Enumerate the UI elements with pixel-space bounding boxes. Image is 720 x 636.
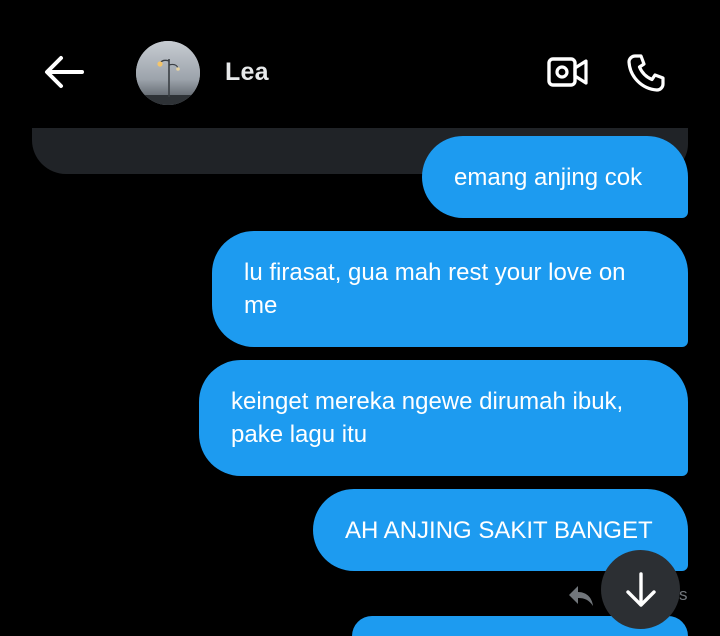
video-call-icon <box>547 57 588 87</box>
voice-call-button[interactable] <box>622 50 670 96</box>
avatar-image <box>136 41 200 105</box>
sent-message-bubble[interactable]: lu firasat, gua mah rest your love on me <box>212 231 688 347</box>
phone-icon <box>627 54 665 92</box>
arrow-left-icon <box>45 56 84 88</box>
message-text: emang anjing cok <box>454 163 643 191</box>
message-text: keinget mereka ngewe dirumah ibuk, pake … <box>231 388 624 448</box>
back-button[interactable] <box>40 50 88 94</box>
scroll-to-bottom-button[interactable] <box>601 550 680 629</box>
arrow-down-icon <box>625 571 656 607</box>
reply-button[interactable] <box>566 583 596 609</box>
message-meta-text: s <box>679 585 688 604</box>
sent-message-bubble[interactable]: keinget mereka ngewe dirumah ibuk, pake … <box>199 360 688 476</box>
video-call-button[interactable] <box>544 50 592 94</box>
chat-header: Lea <box>0 0 720 128</box>
sent-message-bubble[interactable]: emang anjing cok <box>422 136 688 218</box>
avatar[interactable] <box>136 41 200 105</box>
message-text: lu firasat, gua mah rest your love on me <box>244 259 626 319</box>
contact-name[interactable]: Lea <box>225 58 269 87</box>
reply-icon <box>569 586 593 606</box>
message-text: AH ANJING SAKIT BANGET <box>345 516 653 544</box>
